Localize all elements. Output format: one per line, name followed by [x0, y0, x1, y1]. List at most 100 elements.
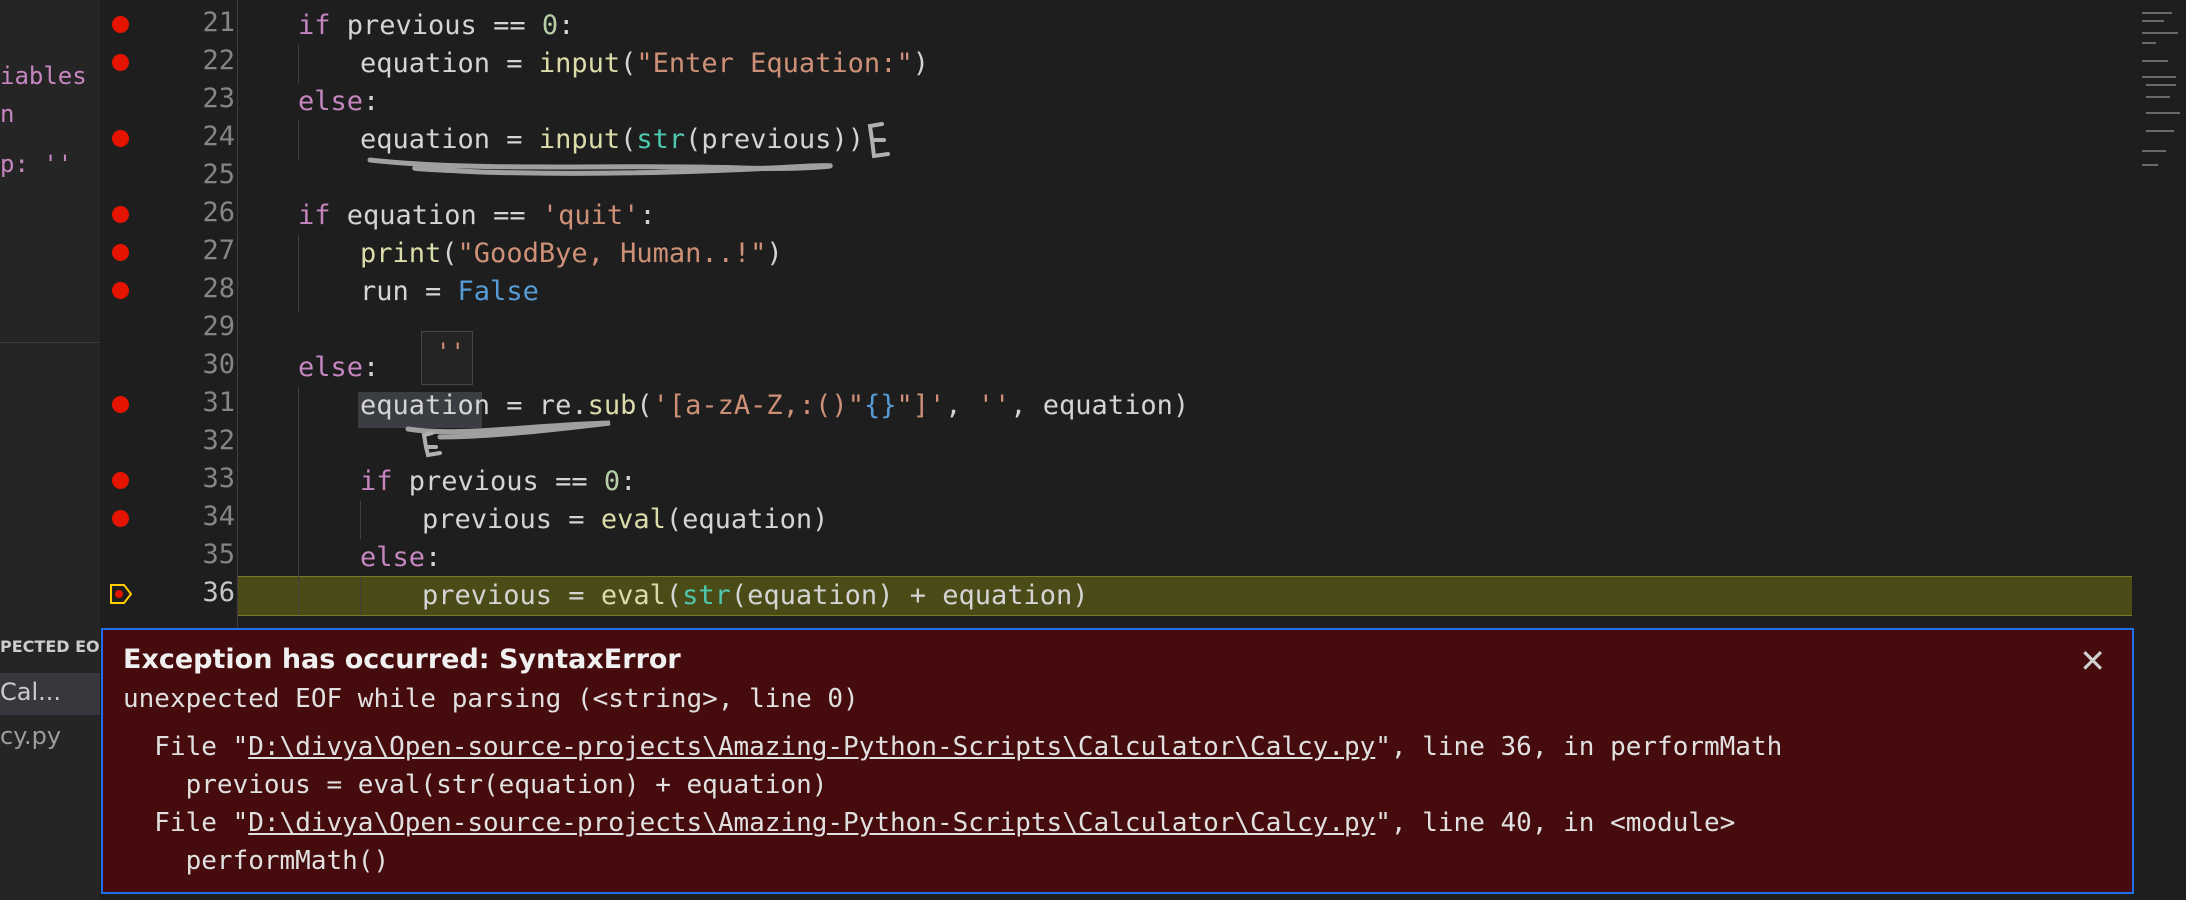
string-literal: '[a-zA-Z,:()"	[652, 390, 864, 421]
traceback-file-link[interactable]: D:\divya\Open-source-projects\Amazing-Py…	[248, 732, 1375, 762]
code-line-21[interactable]: if previous == 0:	[298, 7, 574, 45]
breakpoint-icon[interactable]	[112, 472, 129, 489]
current-exception-breakpoint-icon[interactable]	[110, 583, 132, 605]
breakpoint-icon[interactable]	[112, 244, 129, 261]
breakpoint-icon[interactable]	[112, 396, 129, 413]
number-literal: 0	[541, 10, 559, 41]
traceback-code: performMath()	[123, 846, 390, 876]
code-line-24[interactable]: equation = input(str(previous))	[360, 121, 864, 159]
callstack-frame[interactable]: Cal...	[0, 678, 61, 706]
breakpoint-icon[interactable]	[112, 130, 129, 147]
minimap-line	[2146, 84, 2176, 86]
panel-divider	[0, 342, 100, 343]
indent-guide	[298, 235, 299, 311]
traceback-prefix: File "	[123, 732, 249, 762]
constant-literal: False	[457, 276, 539, 307]
regex-brace: {}	[863, 390, 897, 421]
minimap-line	[2142, 60, 2168, 62]
function-name: input	[538, 124, 621, 155]
traceback-code: previous = eval(str(equation) + equation…	[123, 770, 828, 800]
breakpoint-icon[interactable]	[112, 206, 129, 223]
code-line-22[interactable]: equation = input("Enter Equation:")	[360, 45, 929, 83]
close-icon[interactable]: ✕	[2079, 642, 2106, 680]
code-text: (	[620, 124, 637, 155]
code-text: (	[636, 390, 653, 421]
line-number: 31	[202, 387, 235, 418]
indent-guide	[360, 501, 361, 539]
minimap-line	[2142, 32, 2178, 34]
code-line-27[interactable]: print("GoodBye, Human..!")	[360, 235, 783, 273]
code-text: previous =	[422, 504, 601, 535]
hover-value: ''	[436, 338, 465, 366]
code-text: :	[363, 352, 380, 383]
exception-title: Exception has occurred: SyntaxError	[123, 644, 681, 675]
function-name: sub	[587, 390, 637, 421]
code-text: (equation)	[665, 504, 829, 535]
breakpoint-icon[interactable]	[112, 510, 129, 527]
builtin-name: str	[636, 124, 686, 155]
minimap[interactable]	[2140, 0, 2186, 200]
code-text: equation =	[360, 124, 539, 155]
code-line-36[interactable]: previous = eval(str(equation) + equation…	[422, 577, 1089, 615]
traceback-frame: File "D:\divya\Open-source-projects\Amaz…	[123, 732, 1782, 762]
function-name: input	[538, 48, 621, 79]
keyword: if	[298, 10, 331, 41]
string-literal: "]'	[896, 390, 946, 421]
code-line-35[interactable]: else:	[360, 539, 441, 577]
indent-guide	[360, 577, 361, 615]
code-line-26[interactable]: if equation == 'quit':	[298, 197, 656, 235]
indent-guide	[237, 0, 238, 628]
traceback-prefix: File "	[123, 808, 249, 838]
callstack-file[interactable]: cy.py	[0, 722, 61, 750]
code-text: equation = re.	[360, 390, 588, 421]
exception-widget: Exception has occurred: SyntaxError unex…	[101, 628, 2134, 894]
code-text: (equation) + equation)	[730, 580, 1089, 611]
variable-item[interactable]: n	[0, 100, 14, 128]
minimap-line	[2146, 112, 2180, 114]
keyword: else	[360, 542, 426, 573]
code-text: (	[665, 580, 683, 611]
string-literal: 'quit'	[541, 200, 640, 231]
minimap-line	[2142, 42, 2156, 44]
code-line-33[interactable]: if previous == 0:	[360, 463, 636, 501]
code-text: :	[620, 466, 637, 497]
code-line-34[interactable]: previous = eval(equation)	[422, 501, 828, 539]
code-text: ==	[493, 10, 542, 41]
traceback-frame: File "D:\divya\Open-source-projects\Amaz…	[123, 808, 1735, 838]
code-text: :	[363, 86, 380, 117]
traceback-file-link[interactable]: D:\divya\Open-source-projects\Amazing-Py…	[248, 808, 1375, 838]
breakpoint-icon[interactable]	[112, 282, 129, 299]
minimap-line	[2142, 164, 2158, 166]
code-line-28[interactable]: run = False	[360, 273, 539, 311]
code-text: :	[639, 200, 656, 231]
keyword: if	[360, 466, 393, 497]
variables-label[interactable]: iables	[0, 62, 87, 90]
number-literal: 0	[603, 466, 621, 497]
variable-item[interactable]: p: ''	[0, 150, 72, 178]
code-text: previous	[330, 10, 494, 41]
line-number: 32	[202, 425, 235, 456]
line-number: 33	[202, 463, 235, 494]
function-name: eval	[600, 580, 666, 611]
line-number: 30	[202, 349, 235, 380]
code-line-23[interactable]: else:	[298, 83, 379, 121]
line-number: 29	[202, 311, 235, 342]
line-number: 26	[202, 197, 235, 228]
code-text: equation ==	[330, 200, 542, 231]
line-number: 28	[202, 273, 235, 304]
code-text: )	[766, 238, 783, 269]
code-text: run =	[360, 276, 458, 307]
code-line-30[interactable]: else:	[298, 349, 379, 387]
string-literal: "GoodBye, Human..!"	[457, 238, 767, 269]
breakpoint-icon[interactable]	[112, 54, 129, 71]
code-line-31[interactable]: equation = re.sub('[a-zA-Z,:()"{}"]', ''…	[360, 387, 1189, 425]
code-text: , equation)	[1010, 390, 1190, 421]
line-number-current: 36	[202, 577, 235, 608]
callstack-header[interactable]: PECTED EO...	[0, 628, 100, 666]
code-text: equation =	[360, 48, 539, 79]
breakpoint-icon[interactable]	[112, 16, 129, 33]
traceback-suffix: ", line 36, in performMath	[1375, 732, 1783, 762]
builtin-name: str	[682, 580, 731, 611]
line-number: 25	[202, 159, 235, 190]
line-number: 34	[202, 501, 235, 532]
